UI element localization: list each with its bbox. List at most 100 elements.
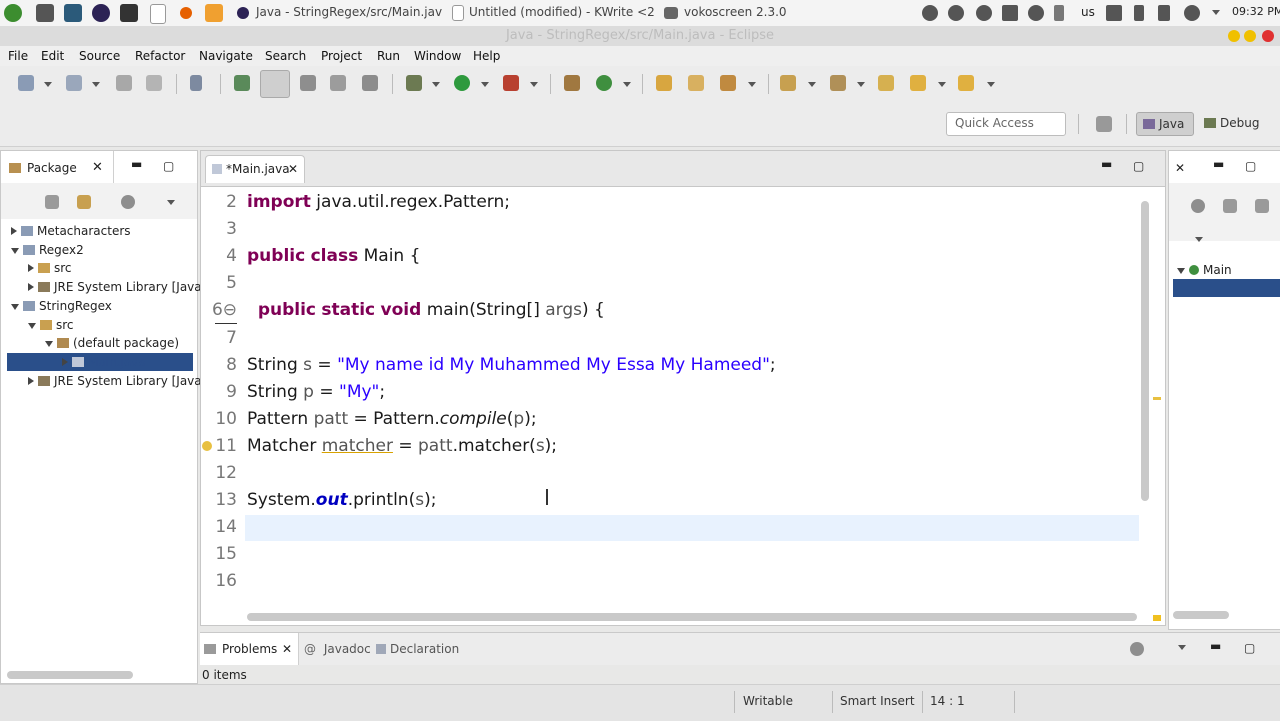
skip-breakpoints-icon[interactable] — [190, 75, 202, 91]
forward-icon[interactable] — [958, 75, 974, 91]
new-icon[interactable] — [18, 75, 34, 91]
search-pen-icon[interactable] — [720, 75, 736, 91]
code-line[interactable]: import java.util.regex.Pattern; — [247, 192, 510, 212]
tab-problems[interactable]: Problems ✕ — [200, 633, 299, 665]
outline-item-main[interactable]: Main — [1177, 263, 1232, 277]
tab-declaration[interactable]: Declaration — [376, 642, 459, 656]
tray-chevron-icon[interactable] — [1212, 10, 1220, 15]
task-vokoscreen[interactable]: vokoscreen 2.3.0 — [684, 5, 787, 19]
editor-vertical-scrollbar[interactable] — [1141, 201, 1149, 501]
file-manager-icon[interactable] — [205, 4, 223, 22]
close-outline-icon[interactable]: ✕ — [1175, 161, 1185, 175]
menu-window[interactable]: Window — [414, 49, 461, 63]
tree-item[interactable]: src — [28, 318, 74, 332]
quick-access-input[interactable]: Quick Access — [946, 112, 1066, 136]
link-with-editor-icon[interactable] — [77, 195, 91, 209]
tree-item[interactable]: JRE System Library [Java — [28, 374, 202, 388]
bluetooth-icon[interactable] — [1134, 5, 1144, 21]
external-tools-icon[interactable] — [503, 75, 519, 91]
close-editor-tab-icon[interactable]: ✕ — [288, 162, 298, 176]
editor-horizontal-scrollbar[interactable] — [247, 613, 1137, 621]
expand-arrow-icon[interactable] — [28, 264, 34, 273]
open-perspective-icon[interactable] — [1096, 116, 1112, 132]
open-type-icon[interactable] — [234, 75, 250, 91]
warning-marker-icon[interactable] — [202, 441, 212, 451]
minimize-window-button[interactable] — [1228, 30, 1240, 42]
next-annotation-dropdown-icon[interactable] — [808, 82, 816, 87]
task-eclipse[interactable]: Java - StringRegex/src/Main.jav — [256, 5, 442, 19]
explorer-horizontal-scrollbar[interactable] — [7, 671, 133, 679]
new-file-icon[interactable] — [66, 75, 82, 91]
tab-javadoc[interactable]: @ Javadoc — [304, 642, 371, 656]
close-problems-icon[interactable]: ✕ — [282, 642, 292, 656]
expand-arrow-icon[interactable] — [11, 227, 17, 235]
external-tools-dropdown-icon[interactable] — [530, 82, 538, 87]
close-window-button[interactable] — [1262, 30, 1274, 42]
toggle-mark-occurrences-icon[interactable] — [260, 70, 290, 98]
text-editor-launcher-icon[interactable] — [150, 4, 166, 24]
eclipse-launcher-icon[interactable] — [92, 4, 110, 22]
record-icon[interactable] — [922, 5, 938, 21]
java-perspective-button[interactable]: Java — [1136, 112, 1194, 136]
previous-annotation-icon[interactable] — [830, 75, 846, 91]
new-java-package-icon[interactable] — [564, 75, 580, 91]
expand-arrow-icon[interactable] — [28, 283, 34, 292]
menu-help[interactable]: Help — [473, 49, 500, 63]
attachment-icon[interactable] — [1054, 5, 1064, 21]
pause-icon[interactable] — [948, 5, 964, 21]
open-task-icon[interactable] — [688, 75, 704, 91]
code-line[interactable]: Pattern patt = Pattern.compile(p); — [247, 409, 537, 429]
hide-static-icon[interactable] — [1255, 199, 1269, 213]
menu-navigate[interactable]: Navigate — [199, 49, 253, 63]
tree-item[interactable]: JRE System Library [Java — [28, 280, 202, 294]
code-line[interactable]: System.out.println(s); — [247, 490, 436, 510]
tree-item[interactable]: StringRegex — [11, 299, 112, 313]
last-edit-location-icon[interactable] — [878, 75, 894, 91]
collapse-arrow-icon[interactable] — [11, 247, 19, 254]
hide-fields-icon[interactable] — [1223, 199, 1237, 213]
menu-project[interactable]: Project — [321, 49, 362, 63]
filters-icon[interactable] — [121, 195, 135, 209]
network-globe-icon[interactable] — [1028, 5, 1044, 21]
maximize-window-button[interactable] — [1244, 30, 1256, 42]
package-explorer-tab[interactable]: Package ✕ — [1, 151, 114, 183]
bottom-panel-menu-icon[interactable] — [1178, 645, 1186, 650]
menu-search[interactable]: Search — [265, 49, 306, 63]
minimize-bottom-icon[interactable]: ▬ — [1210, 639, 1221, 653]
minimize-outline-icon[interactable]: ▬ — [1213, 157, 1224, 171]
new-dropdown-icon[interactable] — [44, 82, 52, 87]
bottom-panel-filter-icon[interactable] — [1130, 642, 1144, 656]
task-kwrite[interactable]: Untitled (modified) - KWrite <2 — [469, 5, 655, 19]
menu-file[interactable]: File — [8, 49, 28, 63]
open-folder-icon[interactable] — [656, 75, 672, 91]
tree-item[interactable]: (default package) — [45, 336, 179, 350]
previous-annotation-dropdown-icon[interactable] — [857, 82, 865, 87]
expand-arrow-icon[interactable] — [28, 376, 34, 385]
firefox-launcher-icon[interactable] — [180, 7, 192, 19]
show-whitespace-icon[interactable] — [300, 75, 316, 91]
back-icon[interactable] — [910, 75, 926, 91]
menu-source[interactable]: Source — [79, 49, 120, 63]
view-menu-icon[interactable] — [167, 200, 175, 205]
maximize-bottom-icon[interactable]: ▢ — [1244, 641, 1255, 655]
tree-item[interactable]: src — [28, 261, 72, 275]
run-dropdown-icon[interactable] — [481, 82, 489, 87]
collapse-arrow-icon[interactable] — [45, 341, 53, 348]
outline-menu-icon[interactable] — [1195, 237, 1203, 242]
code-line[interactable]: public static void main(String[] args) { — [247, 300, 605, 320]
save-all-icon[interactable] — [146, 75, 162, 91]
terminal-icon[interactable] — [64, 4, 82, 22]
forward-dropdown-icon[interactable] — [987, 82, 995, 87]
next-annotation-icon[interactable] — [780, 75, 796, 91]
code-line[interactable]: public class Main { — [247, 246, 420, 266]
collapse-arrow-icon[interactable] — [28, 322, 36, 329]
sort-icon[interactable] — [1191, 199, 1205, 213]
minimize-editor-icon[interactable]: ▬ — [1101, 157, 1112, 171]
menu-run[interactable]: Run — [377, 49, 400, 63]
back-dropdown-icon[interactable] — [938, 82, 946, 87]
start-menu-icon[interactable] — [4, 4, 22, 22]
menu-edit[interactable]: Edit — [41, 49, 64, 63]
maximize-outline-icon[interactable]: ▢ — [1245, 159, 1256, 173]
minimize-view-icon[interactable]: ▬ — [131, 157, 142, 171]
tree-item[interactable]: Regex2 — [11, 243, 84, 257]
